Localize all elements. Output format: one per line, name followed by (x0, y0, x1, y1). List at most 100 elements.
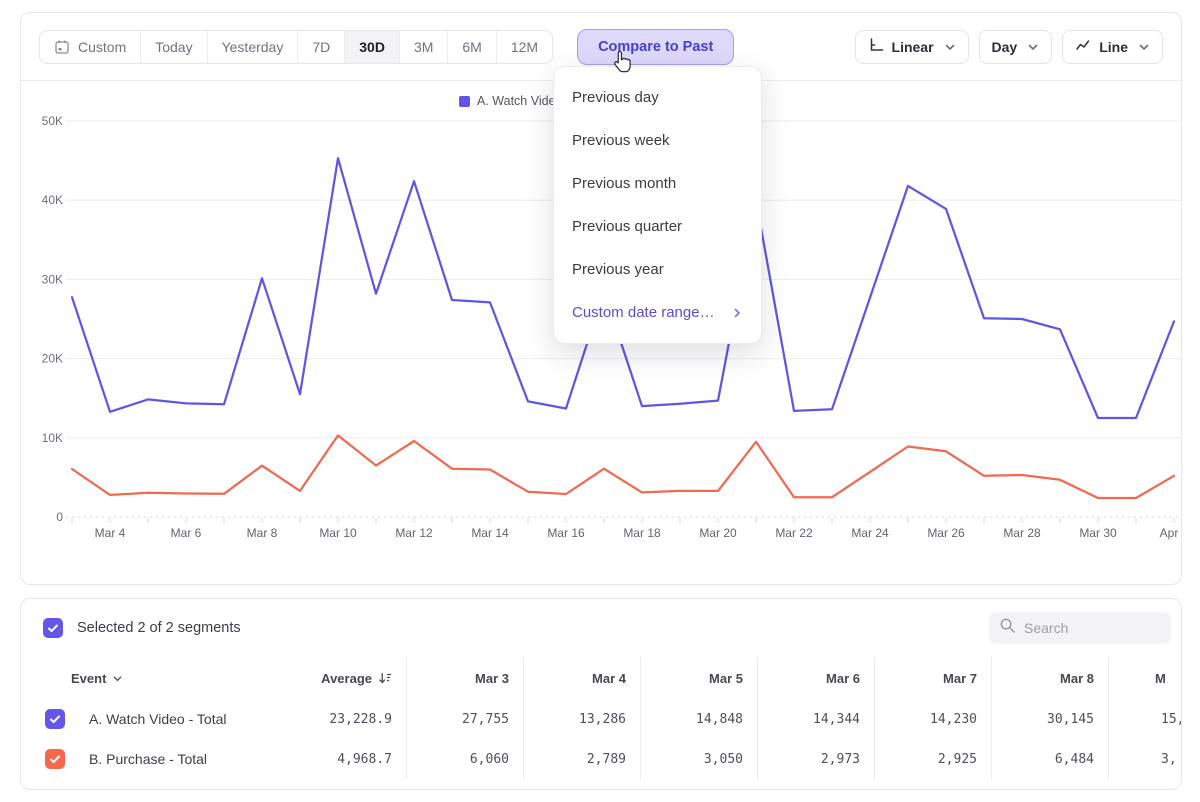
segment-name: A. Watch Video - Total (89, 711, 226, 727)
cell-value: 13,286 (523, 699, 640, 739)
y-axis-label: 50K (42, 114, 63, 128)
menu-item-previous-quarter[interactable]: Previous quarter (554, 205, 761, 248)
column-header-mar-5: Mar 5 (640, 657, 757, 699)
x-axis-label: Mar 30 (1079, 526, 1117, 540)
cell-value: 3,050 (640, 739, 757, 779)
menu-item-previous-day[interactable]: Previous day (554, 76, 761, 119)
cell-value: 6,060 (406, 739, 523, 779)
menu-item-previous-year[interactable]: Previous year (554, 248, 761, 291)
menu-item-custom-date-range[interactable]: Custom date range… (554, 291, 761, 334)
search-box[interactable] (989, 612, 1171, 644)
x-axis-label: Mar 14 (471, 526, 509, 540)
column-header-event[interactable]: Event (21, 657, 286, 699)
column-header-mar-4: Mar 4 (523, 657, 640, 699)
y-axis-label: 10K (42, 431, 63, 445)
chevron-right-icon (731, 307, 743, 319)
x-axis-label: Mar 10 (319, 526, 357, 540)
table-row-label: A. Watch Video - Total (21, 699, 286, 739)
chevron-down-icon (944, 41, 956, 53)
range-today[interactable]: Today (140, 31, 206, 63)
segments-table: EventAverageMar 3Mar 4Mar 5Mar 6Mar 7Mar… (21, 657, 1181, 779)
cell-value: 2,789 (523, 739, 640, 779)
range-30d[interactable]: 30D (344, 31, 399, 63)
range-label: 30D (359, 39, 385, 55)
range-label: Today (155, 39, 192, 55)
menu-item-previous-week[interactable]: Previous week (554, 119, 761, 162)
cell-value: 14,230 (874, 699, 991, 739)
checkmark-icon (46, 621, 60, 635)
average-value: 23,228.9 (286, 699, 406, 739)
x-axis-label: Mar 22 (775, 526, 813, 540)
column-header-mar-3: Mar 3 (406, 657, 523, 699)
x-axis-label: Apr 1 (1160, 526, 1181, 540)
chart-type-line-button[interactable]: Line (1062, 30, 1163, 64)
search-icon (999, 617, 1016, 639)
selected-segments-label: Selected 2 of 2 segments (77, 620, 241, 636)
x-axis-label: Mar 8 (247, 526, 278, 540)
segment-checkbox[interactable] (45, 749, 65, 769)
checkmark-icon (48, 752, 62, 766)
range-label: 6M (462, 39, 481, 55)
x-axis-label: Mar 18 (623, 526, 661, 540)
calendar-icon (54, 39, 70, 55)
range-custom[interactable]: Custom (40, 31, 140, 63)
compare-to-past-menu: Previous dayPrevious weekPrevious monthP… (553, 66, 762, 344)
x-axis-label: Mar 20 (699, 526, 737, 540)
y-axis-label: 0 (56, 510, 63, 524)
line-chart-icon (1075, 37, 1091, 56)
custom-date-range-label: Custom date range… (572, 304, 715, 321)
segments-header: Selected 2 of 2 segments (21, 599, 1181, 657)
chevron-down-icon (112, 673, 123, 684)
cell-value: 15, (1108, 699, 1181, 739)
select-all-checkbox[interactable] (43, 618, 63, 638)
cell-value: 3, (1108, 739, 1181, 779)
column-header-clipped: M (1108, 657, 1181, 699)
range-6m[interactable]: 6M (447, 31, 495, 63)
segments-panel: Selected 2 of 2 segments EventAverageMar… (20, 598, 1182, 790)
cell-value: 30,145 (991, 699, 1108, 739)
table-row-label: B. Purchase - Total (21, 739, 286, 779)
range-12m[interactable]: 12M (496, 31, 552, 63)
search-input[interactable] (1024, 620, 1154, 636)
y-axis-label: 20K (42, 352, 63, 366)
range-label: 3M (414, 39, 433, 55)
range-label: Yesterday (222, 39, 284, 55)
cell-value: 2,925 (874, 739, 991, 779)
range-label: Custom (78, 39, 126, 55)
interval-day-button[interactable]: Day (979, 30, 1053, 64)
chevron-down-icon (1027, 41, 1039, 53)
menu-item-previous-month[interactable]: Previous month (554, 162, 761, 205)
x-axis-label: Mar 6 (171, 526, 202, 540)
chevron-down-icon (1138, 41, 1150, 53)
range-label: 12M (511, 39, 538, 55)
average-value: 4,968.7 (286, 739, 406, 779)
range-3m[interactable]: 3M (399, 31, 447, 63)
sort-icon (378, 671, 392, 685)
date-range-segmented-control: Custom Today Yesterday 7D 30D 3M 6M 12M (39, 30, 553, 64)
chart-display-controls: Linear Day Line (855, 30, 1163, 64)
checkmark-icon (48, 712, 62, 726)
cell-value: 14,344 (757, 699, 874, 739)
x-axis-label: Mar 28 (1003, 526, 1041, 540)
axis-scale-icon (868, 37, 884, 56)
range-yesterday[interactable]: Yesterday (207, 31, 298, 63)
segment-checkbox[interactable] (45, 709, 65, 729)
linear-scale-button[interactable]: Linear (855, 30, 969, 64)
x-axis-label: Mar 26 (927, 526, 965, 540)
cell-value: 6,484 (991, 739, 1108, 779)
column-header-mar-6: Mar 6 (757, 657, 874, 699)
cell-value: 27,755 (406, 699, 523, 739)
range-7d[interactable]: 7D (297, 31, 344, 63)
series-line (72, 435, 1174, 498)
x-axis-label: Mar 4 (95, 526, 126, 540)
x-axis-label: Mar 24 (851, 526, 889, 540)
compare-to-past-button[interactable]: Compare to Past (577, 29, 734, 65)
y-axis-label: 30K (42, 272, 63, 286)
range-label: 7D (312, 39, 330, 55)
segment-name: B. Purchase - Total (89, 751, 207, 767)
x-axis-ticks: Mar 4Mar 6Mar 8Mar 10Mar 12Mar 14Mar 16M… (72, 518, 1181, 540)
x-axis-label: Mar 16 (547, 526, 585, 540)
cell-value: 2,973 (757, 739, 874, 779)
column-header-average[interactable]: Average (286, 657, 406, 699)
column-header-mar-7: Mar 7 (874, 657, 991, 699)
